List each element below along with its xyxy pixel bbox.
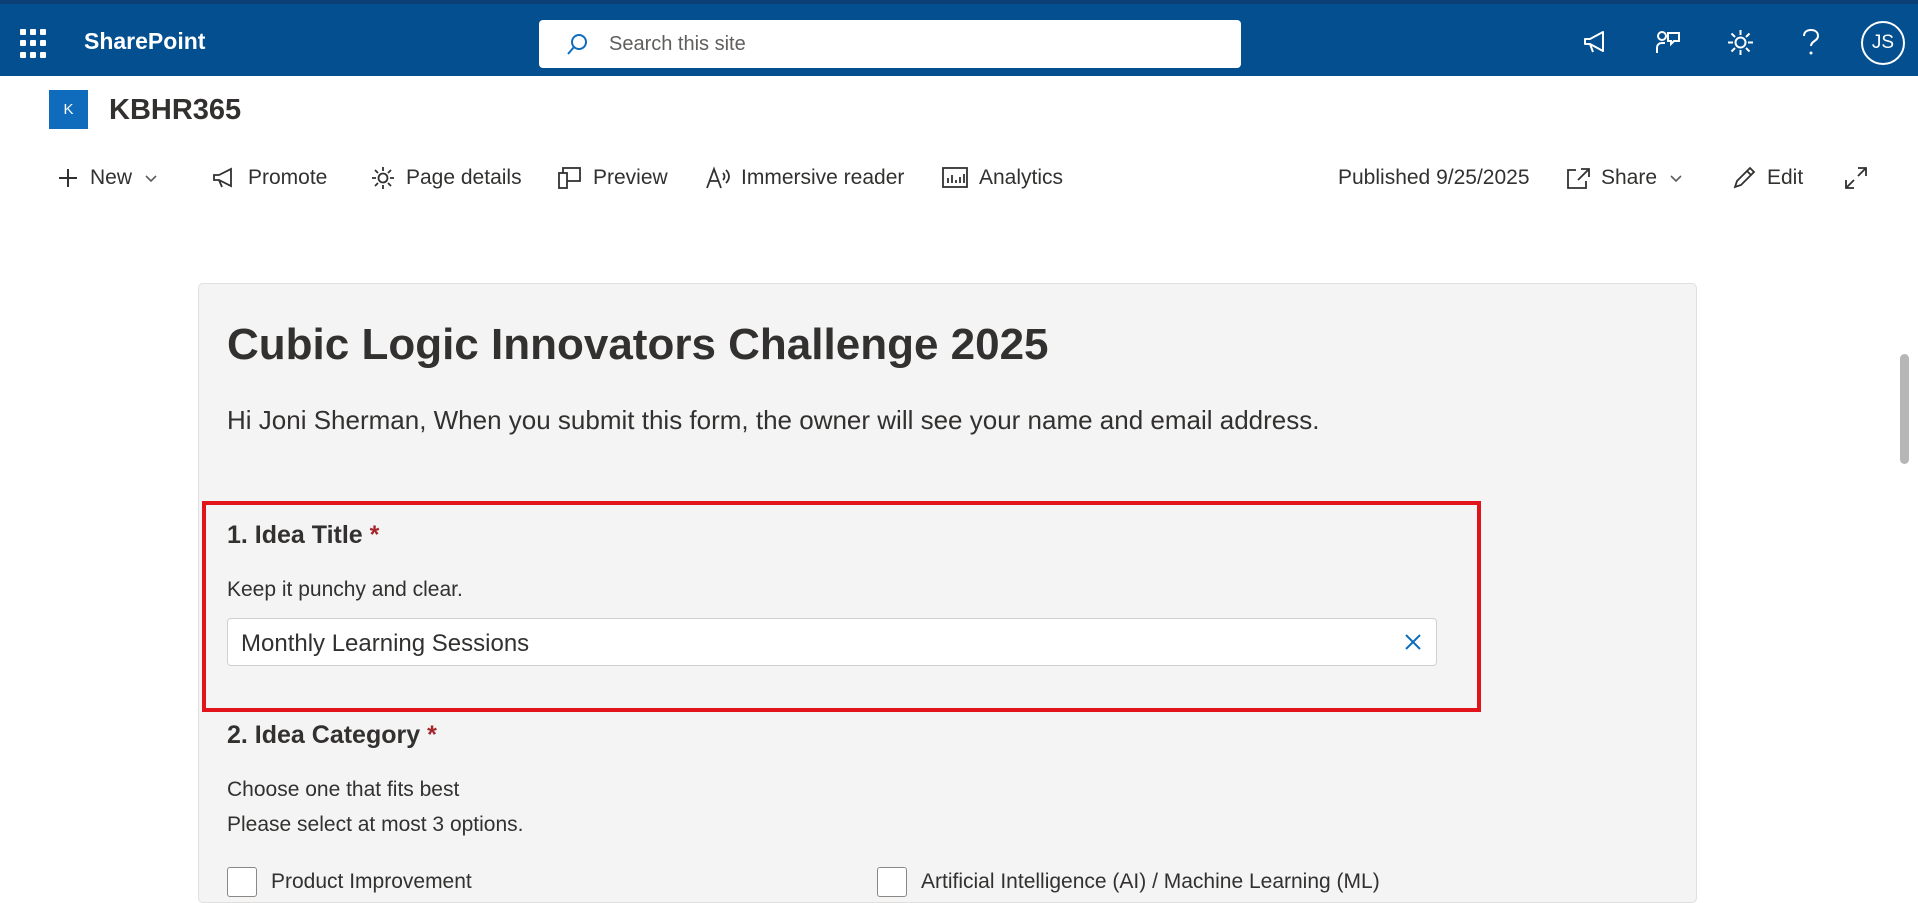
new-label: New [90,166,133,189]
plus-icon [59,169,77,187]
immersive-reader-icon [706,166,730,189]
category-option-label[interactable]: Artificial Intelligence (AI) / Machine L… [921,870,1380,894]
chevron-down-icon [145,175,157,183]
expand-button[interactable] [1843,162,1869,194]
search-box[interactable] [539,20,1241,68]
page-details-button[interactable]: Page details [370,162,522,194]
analytics-icon [942,167,968,188]
chevron-down-icon [1670,175,1682,183]
suite-header: SharePoint JS [0,0,1918,76]
megaphone-icon [213,167,232,188]
megaphone-icon[interactable] [1578,24,1614,60]
question-2-limit: Please select at most 3 options. [227,813,524,836]
share-label: Share [1601,166,1658,189]
question-2-help: Choose one that fits best [227,778,460,801]
category-checkbox[interactable] [877,867,907,897]
required-marker: * [427,721,437,749]
feedback-icon[interactable] [1650,24,1686,60]
question-title: 1. Idea Title * [227,521,379,550]
search-icon [567,34,587,55]
close-icon[interactable] [1389,619,1437,665]
analytics-button[interactable]: Analytics [941,162,1063,194]
immersive-reader-button[interactable]: Immersive reader [705,162,904,194]
share-button[interactable]: Share [1565,162,1685,194]
form-title: Cubic Logic Innovators Challenge 2025 [227,320,1049,369]
question-2-title: 2. Idea Category [227,721,421,749]
preview-label: Preview [593,166,668,189]
app-launcher-icon[interactable] [20,29,50,59]
question-1-help: Keep it punchy and clear. [227,578,463,601]
promote-label: Promote [248,166,328,189]
question-title: 2. Idea Category * [227,721,437,750]
pencil-icon [1733,166,1756,189]
category-checkbox[interactable] [227,867,257,897]
site-logo[interactable]: K [49,90,88,129]
required-marker: * [369,521,380,549]
question-1-title: 1. Idea Title [227,521,363,549]
immersive-reader-label: Immersive reader [741,166,905,189]
promote-button[interactable]: Promote [212,162,327,194]
search-input[interactable] [609,20,1219,68]
preview-button[interactable]: Preview [557,162,668,194]
scrollbar[interactable] [1900,354,1909,464]
help-icon[interactable] [1793,24,1829,60]
gear-icon [372,167,394,189]
share-icon [1567,168,1590,189]
site-title[interactable]: KBHR365 [109,94,241,127]
form-description: Hi Joni Sherman, When you submit this fo… [227,405,1320,435]
question-highlight [202,501,1481,712]
category-option-label[interactable]: Product Improvement [271,870,472,894]
new-button[interactable]: New [56,162,160,194]
page-details-label: Page details [406,166,522,189]
expand-icon [1845,167,1867,189]
idea-title-value: Monthly Learning Sessions [241,630,530,657]
form-card: Cubic Logic Innovators Challenge 2025 Hi… [198,283,1697,903]
avatar[interactable]: JS [1861,21,1905,65]
gear-icon[interactable] [1722,24,1758,60]
edit-label: Edit [1767,166,1804,189]
edit-button[interactable]: Edit [1731,162,1803,194]
site-header: K KBHR365 [0,76,1918,150]
published-status: Published 9/25/2025 [1338,166,1530,189]
idea-title-input[interactable]: Monthly Learning Sessions [227,618,1437,666]
analytics-label: Analytics [979,166,1064,189]
sharepoint-logo[interactable]: SharePoint [84,28,205,55]
device-preview-icon [558,167,581,189]
page-command-bar: New Promote Page details Preview Immersi… [0,150,1918,206]
